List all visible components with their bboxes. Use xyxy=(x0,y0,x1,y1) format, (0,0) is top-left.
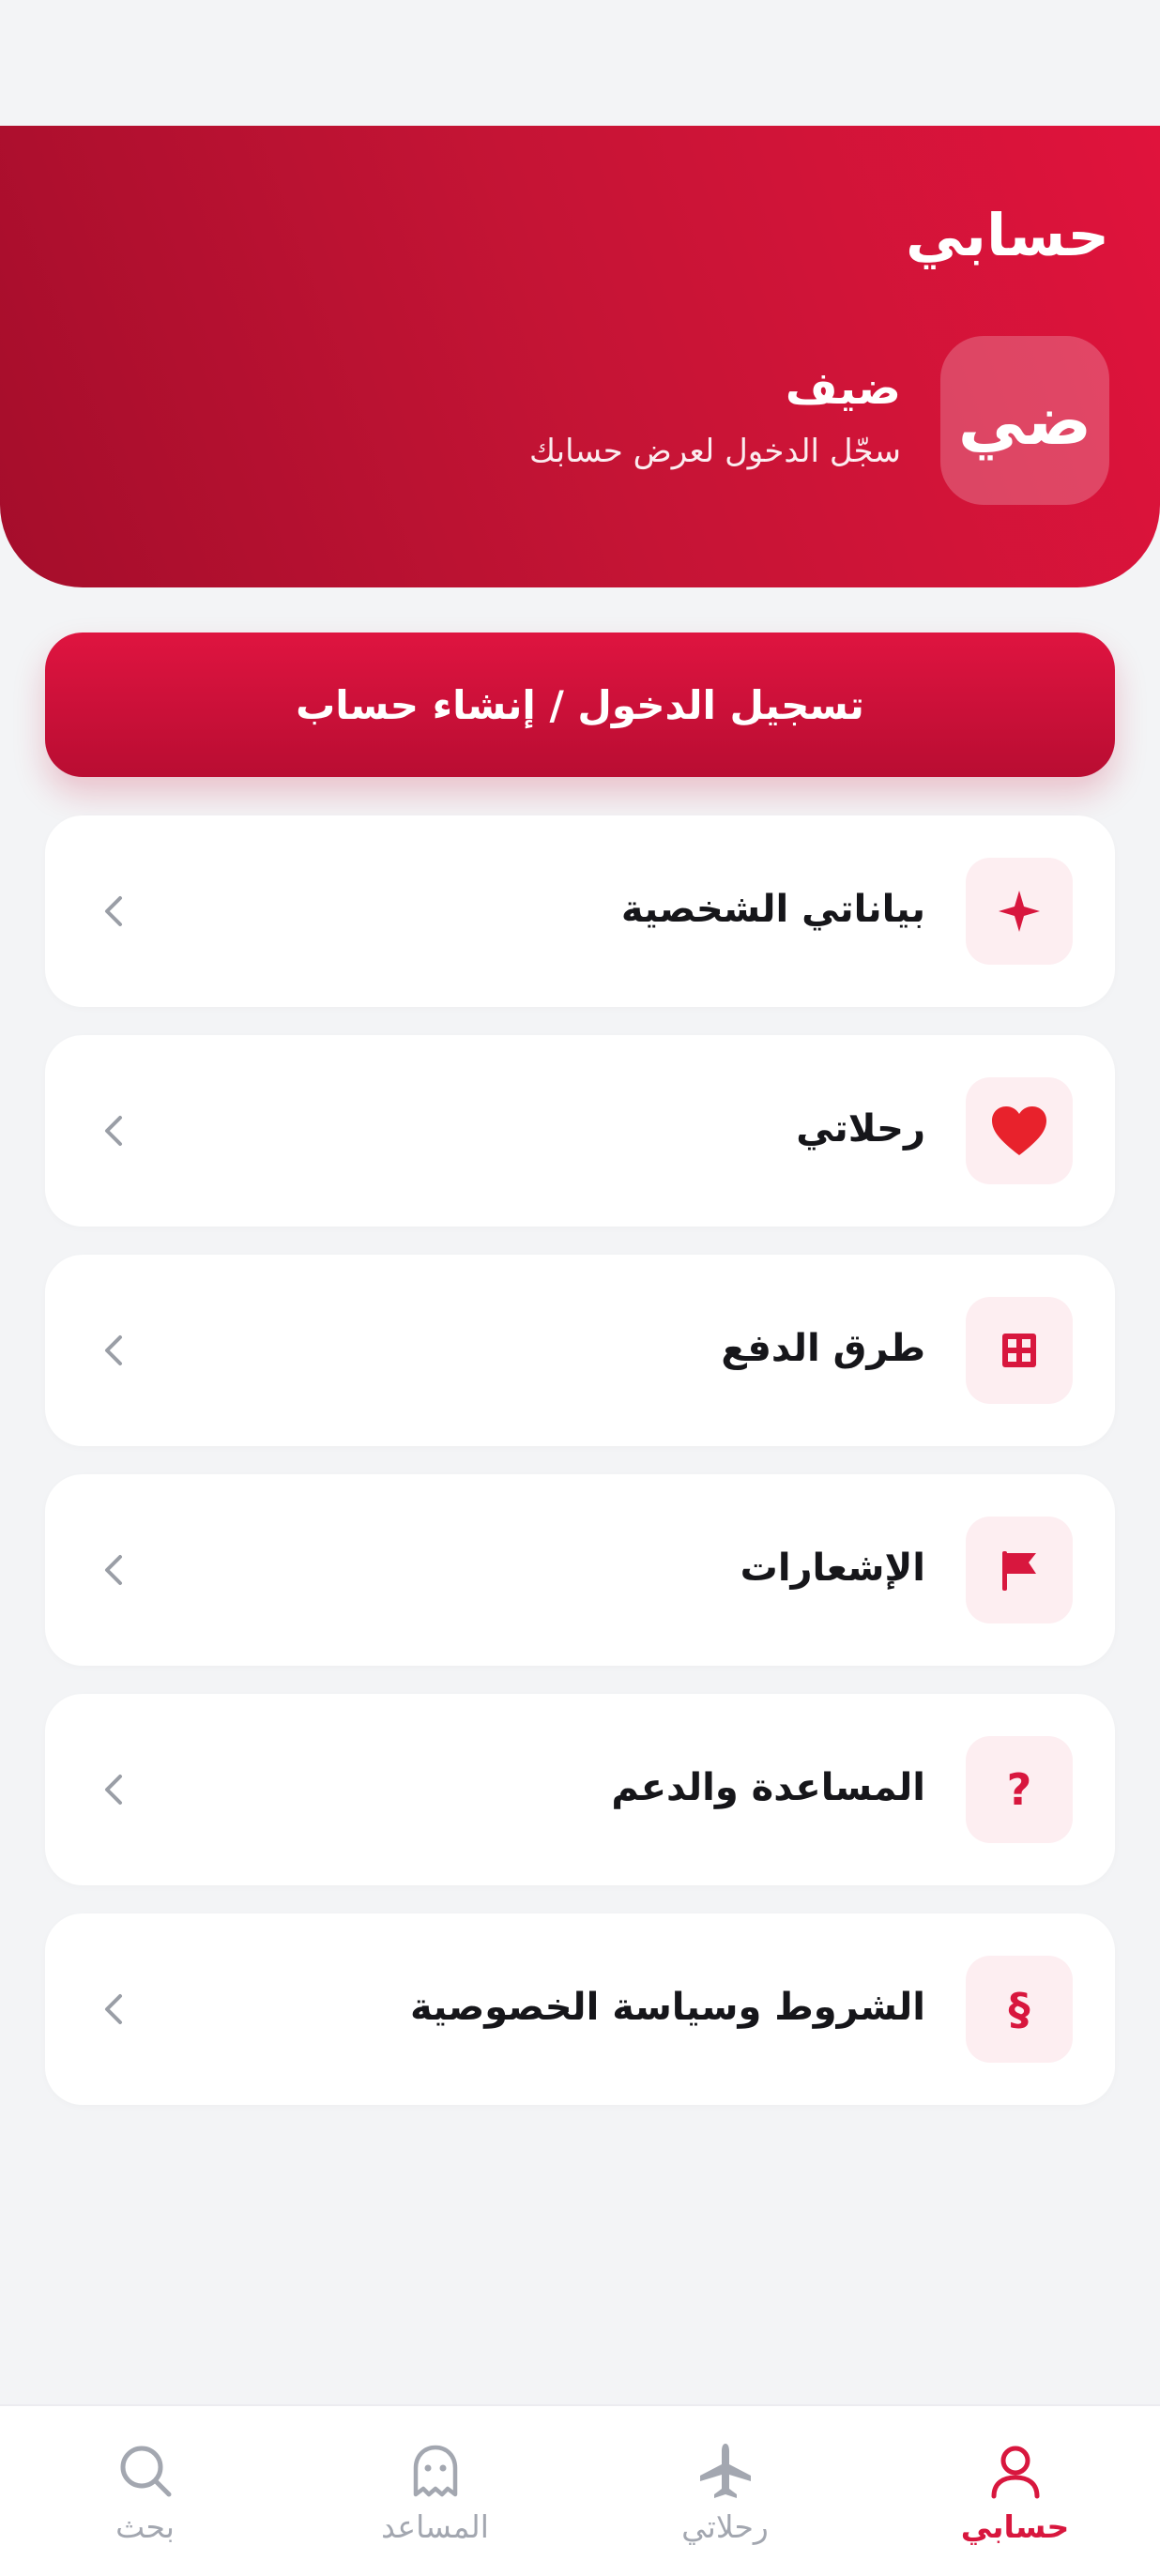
menu-item-label: الإشعارات xyxy=(740,1547,925,1590)
menu-item-label: الشروط وسياسة الخصوصية xyxy=(409,1986,925,2029)
menu-item-label: طرق الدفع xyxy=(721,1327,925,1370)
sparkle-icon xyxy=(966,858,1073,965)
bottom-navigation: بحث المساعد رحلاتي حسابي xyxy=(0,2404,1160,2576)
avatar: ضي xyxy=(940,336,1109,505)
question-icon: ? xyxy=(966,1736,1073,1843)
person-icon xyxy=(991,2446,1039,2499)
nav-item-my-account[interactable]: حسابي xyxy=(870,2406,1160,2576)
chevron-left-icon xyxy=(105,1335,122,1365)
grid-icon xyxy=(966,1297,1073,1404)
chevron-left-icon xyxy=(105,1116,122,1146)
nav-item-my-trips[interactable]: رحلاتي xyxy=(580,2406,870,2576)
page-title: حسابي xyxy=(905,201,1109,269)
menu-item-label: بياناتي الشخصية xyxy=(620,888,925,931)
menu-item-label: رحلاتي xyxy=(796,1107,925,1151)
nav-label: بحث xyxy=(115,2508,175,2545)
chevron-left-icon xyxy=(105,1994,122,2024)
section-sign-icon: § xyxy=(966,1956,1073,2063)
chevron-left-icon xyxy=(105,896,122,926)
account-page: حسابي ضي ضيف سجّل الدخول لعرض حسابك تسجي… xyxy=(0,0,1160,2576)
menu-item-help-support[interactable]: ? المساعدة والدعم xyxy=(45,1694,1115,1885)
menu-item-my-trips[interactable]: رحلاتي xyxy=(45,1035,1115,1227)
menu-item-notifications[interactable]: الإشعارات xyxy=(45,1474,1115,1666)
guest-subtitle: سجّل الدخول لعرض حسابك xyxy=(529,433,901,470)
search-icon xyxy=(120,2446,171,2497)
flag-icon xyxy=(966,1517,1073,1623)
plane-icon xyxy=(699,2444,751,2498)
menu-item-terms-privacy[interactable]: § الشروط وسياسة الخصوصية xyxy=(45,1913,1115,2105)
account-header: حسابي ضي ضيف سجّل الدخول لعرض حسابك xyxy=(0,126,1160,587)
ghost-icon xyxy=(413,2445,457,2497)
menu-item-label: المساعدة والدعم xyxy=(611,1766,925,1809)
nav-item-assistant[interactable]: المساعد xyxy=(290,2406,580,2576)
chevron-left-icon xyxy=(105,1555,122,1585)
nav-label: المساعد xyxy=(381,2508,489,2545)
heart-icon xyxy=(966,1077,1073,1184)
nav-label: رحلاتي xyxy=(681,2508,769,2545)
account-menu: بياناتي الشخصية رحلاتي طرق الدفع الإشعار… xyxy=(45,815,1115,2133)
nav-label: حسابي xyxy=(960,2508,1070,2545)
chevron-left-icon xyxy=(105,1775,122,1805)
nav-item-search[interactable]: بحث xyxy=(0,2406,290,2576)
login-signup-button[interactable]: تسجيل الدخول / إنشاء حساب xyxy=(45,633,1115,777)
menu-item-personal-info[interactable]: بياناتي الشخصية xyxy=(45,815,1115,1007)
status-bar-area xyxy=(0,0,1160,126)
menu-item-payment-methods[interactable]: طرق الدفع xyxy=(45,1255,1115,1446)
guest-name: ضيف xyxy=(785,362,901,415)
